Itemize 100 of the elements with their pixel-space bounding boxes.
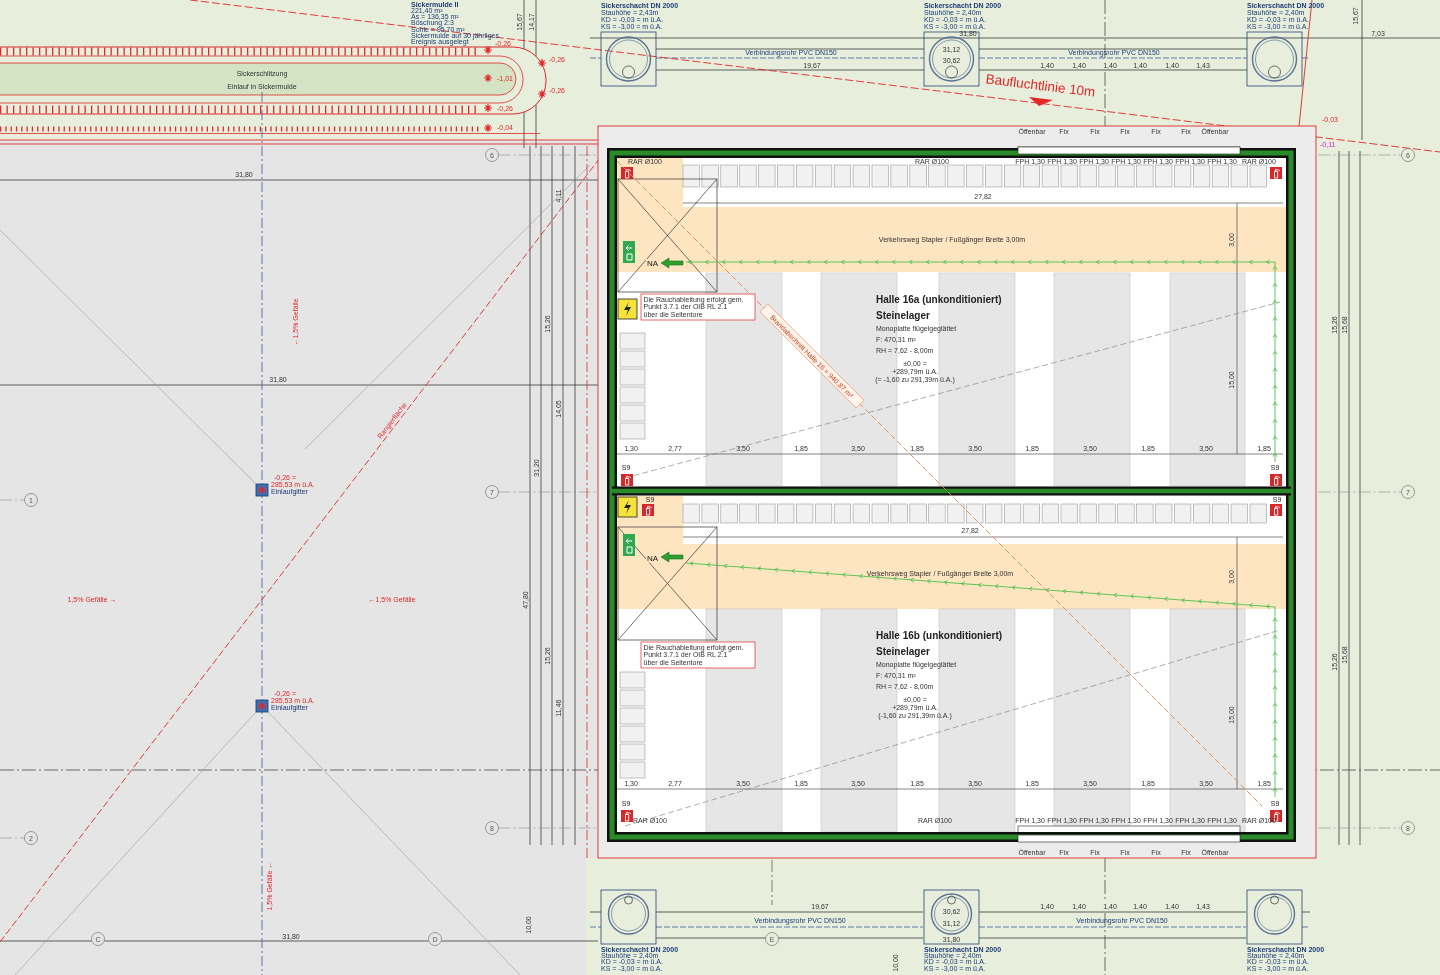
rack-bay [1155, 164, 1173, 188]
rack-bay [1060, 503, 1078, 524]
rack-bay [758, 164, 776, 188]
rack-bay [985, 164, 1003, 188]
fire-extinguisher-icon [1270, 504, 1282, 516]
rack-bay [619, 422, 646, 440]
fire-extinguisher-icon [621, 474, 633, 486]
rack-bay [619, 386, 646, 404]
rack-bay [890, 164, 908, 188]
rack-bay [619, 689, 646, 707]
rack-bay [1193, 503, 1211, 524]
dimension-line [1301, 911, 1311, 913]
rack-bay [1230, 164, 1248, 188]
rack-bay [796, 164, 814, 188]
grid-line [1104, 912, 1106, 975]
fire-extinguisher-icon [1270, 167, 1282, 179]
seepage-shaft [600, 31, 657, 87]
elevation-marker-icon [483, 73, 493, 83]
drain-grate-icon [255, 483, 269, 497]
rack-bay [758, 503, 776, 524]
grid-line [1104, 71, 1106, 127]
rack-bay [701, 503, 719, 524]
rack-bay [833, 164, 851, 188]
elevation-marker-icon [537, 89, 547, 99]
pipe-line [1301, 57, 1311, 59]
rack-bay [1136, 164, 1154, 188]
rack-bay [1174, 164, 1192, 188]
rack-bay [1041, 503, 1059, 524]
escape-arrow-icon [660, 257, 684, 269]
fire-extinguisher-icon [621, 810, 633, 822]
rack-bay [1060, 164, 1078, 188]
rack-bay [890, 503, 908, 524]
rack-bay [1211, 164, 1229, 188]
exit-label: NA [646, 259, 660, 268]
rack-bay [682, 164, 700, 188]
seepage-shaft [923, 889, 980, 945]
rack-bay [815, 503, 833, 524]
rack-bay [619, 404, 646, 422]
pipe-line [1301, 926, 1311, 928]
elevation-marker-icon [483, 123, 493, 133]
rack-bay [619, 761, 646, 779]
rack-bay [966, 164, 984, 188]
rack-bay [1136, 503, 1154, 524]
exit-label: NA [646, 554, 660, 563]
exit-sign-icon [623, 534, 635, 556]
grid-line [771, 859, 773, 906]
rack-bay [833, 503, 851, 524]
seepage-shaft [923, 31, 980, 87]
rack-bay [619, 707, 646, 725]
rack-bay [619, 743, 646, 761]
rack-bay [796, 503, 814, 524]
rack-bay [1193, 164, 1211, 188]
rack-bay [1004, 503, 1022, 524]
rack-bay [619, 368, 646, 386]
room-name: Halle 16a (unkonditioniert) [876, 294, 1002, 305]
rack-bay [966, 503, 984, 524]
pipe-line [589, 57, 602, 59]
rack-bay [985, 503, 1003, 524]
rack-bay [852, 503, 870, 524]
rack-bay [1211, 503, 1229, 524]
fire-extinguisher-icon [1270, 474, 1282, 486]
rack-bay [1117, 164, 1135, 188]
rack-bay [928, 503, 946, 524]
seepage-shaft [600, 889, 657, 945]
elevation-marker-icon [483, 103, 493, 113]
rack-bay [852, 164, 870, 188]
rack-bay [1004, 164, 1022, 188]
rack-bay [871, 503, 889, 524]
rack-bay [1041, 164, 1059, 188]
rack-bay [739, 503, 757, 524]
rack-bay [720, 164, 738, 188]
rack-bay [947, 164, 965, 188]
building-line-label: Baufluchtlinie 10m [984, 71, 1097, 100]
rack-bay [909, 164, 927, 188]
rack-bay [619, 671, 646, 689]
rack-bay [619, 725, 646, 743]
seepage-shaft [1246, 31, 1303, 87]
rack-bay [1098, 503, 1116, 524]
rack-bay [777, 164, 795, 188]
drain-grate-icon [255, 699, 269, 713]
rack-bay [1098, 164, 1116, 188]
rack-bay [1117, 503, 1135, 524]
room-use: Steinelager [876, 646, 930, 657]
rack-bay [619, 332, 646, 350]
elevation-marker-icon [483, 45, 493, 55]
rack-bay [1249, 164, 1267, 188]
seepage-shaft [1246, 889, 1303, 945]
fire-extinguisher-icon [642, 504, 654, 516]
rack-bay [928, 164, 946, 188]
rack-bay [947, 503, 965, 524]
rack-bay [1249, 503, 1267, 524]
rack-bay [1230, 503, 1248, 524]
dimension-line [589, 911, 602, 913]
rack-bay [1079, 503, 1097, 524]
pipe-line [589, 926, 602, 928]
room-name: Halle 16b (unkonditioniert) [876, 630, 1003, 641]
room-use: Steinelager [876, 310, 930, 321]
rack-bay [909, 503, 927, 524]
rack-bay [739, 164, 757, 188]
elevation-marker-icon [537, 58, 547, 68]
